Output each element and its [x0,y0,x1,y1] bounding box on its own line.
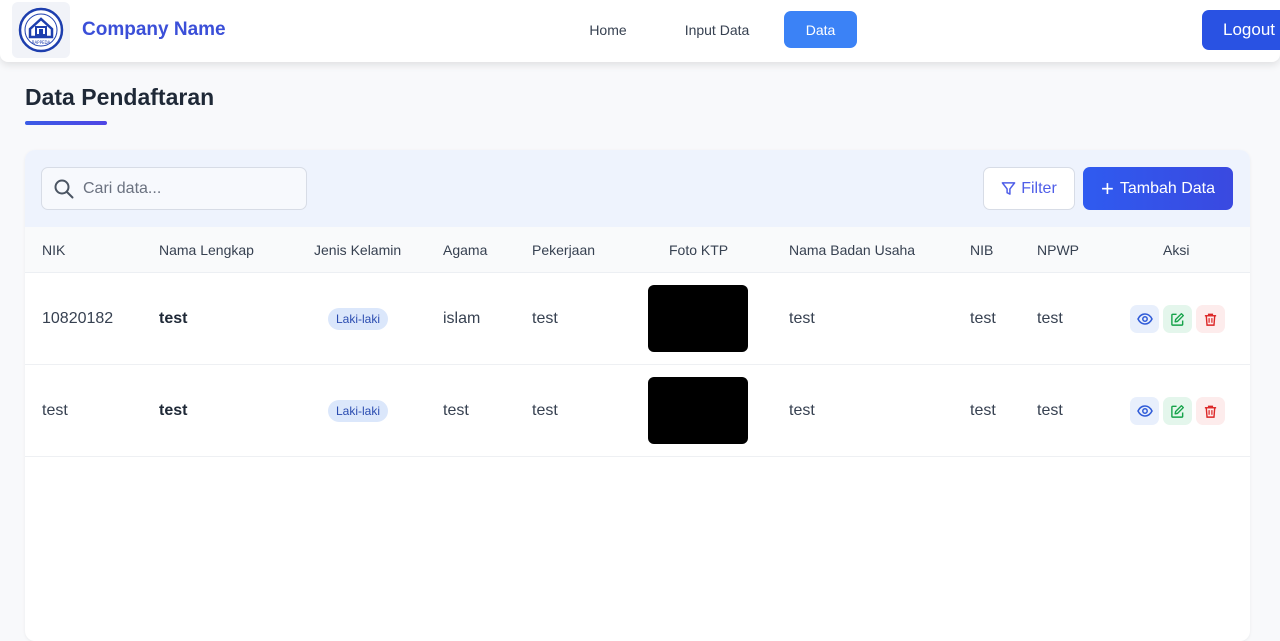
company-logo[interactable]: BAPPEDA [12,2,70,58]
cell-nama: test [159,402,188,419]
eye-icon [1136,313,1153,325]
edit-icon [1171,404,1185,418]
col-nib: NIB [970,242,994,258]
delete-button[interactable] [1196,305,1225,333]
col-npwp: NPWP [1037,242,1079,258]
edit-button[interactable] [1163,305,1192,333]
cell-npwp: test [1037,310,1063,327]
cell-pekerjaan: test [532,402,558,419]
brand-name[interactable]: Company Name [82,19,226,41]
plus-icon: + [1100,175,1114,201]
col-nama-lengkap: Nama Lengkap [159,242,254,258]
nav-data[interactable]: Data [784,11,857,48]
cell-agama: test [443,402,469,419]
add-data-label: Tambah Data [1119,179,1216,197]
filter-icon [1001,182,1016,195]
nav-input-data[interactable]: Input Data [672,11,762,48]
gender-badge: Laki-laki [328,308,389,330]
table-header: NIK Nama Lengkap Jenis Kelamin Agama Pek… [25,227,1250,273]
cell-badan-usaha: test [789,402,815,419]
view-button[interactable] [1130,305,1159,333]
cell-nik: 10820182 [42,310,114,327]
col-agama: Agama [443,242,488,258]
ktp-photo[interactable] [648,285,748,352]
page-title: Data Pendaftaran [25,84,215,110]
table-row: 10820182 test Laki-laki islam test test … [25,273,1250,365]
search-input[interactable] [83,179,283,198]
filter-button[interactable]: Filter [983,167,1075,210]
navbar: BAPPEDA Company Name Home Input Data Dat… [0,0,1280,62]
col-pekerjaan: Pekerjaan [532,242,596,258]
col-nik: NIK [42,242,66,258]
cell-nib: test [970,310,996,327]
edit-icon [1171,312,1185,326]
cell-agama: islam [443,310,481,327]
ktp-photo[interactable] [648,377,748,444]
add-data-button[interactable]: + Tambah Data [1083,167,1233,210]
table-row: test test Laki-laki test test test test … [25,365,1250,457]
title-underline [25,121,107,125]
cell-nib: test [970,402,996,419]
logo-emblem-icon: BAPPEDA [18,7,64,53]
cell-nik: test [42,402,68,419]
filter-label: Filter [1021,179,1057,197]
trash-icon [1204,313,1217,326]
edit-button[interactable] [1163,397,1192,425]
cell-jenis-kelamin: Laki-laki [328,365,389,457]
col-jenis-kelamin: Jenis Kelamin [314,242,402,258]
svg-text:BAPPEDA: BAPPEDA [32,40,51,45]
logout-button[interactable]: Logout [1202,10,1280,50]
search-icon [54,179,74,198]
col-foto-ktp: Foto KTP [669,242,729,258]
cell-badan-usaha: test [789,310,815,327]
toolbar: Filter + Tambah Data [25,150,1250,227]
delete-button[interactable] [1196,397,1225,425]
nav-home[interactable]: Home [574,11,642,48]
gender-badge: Laki-laki [328,400,389,422]
cell-pekerjaan: test [532,310,558,327]
search-box[interactable] [41,167,307,210]
data-card: Filter + Tambah Data NIK Nama Lengkap Je… [25,150,1250,641]
col-nama-badan-usaha: Nama Badan Usaha [789,242,916,258]
view-button[interactable] [1130,397,1159,425]
cell-npwp: test [1037,402,1063,419]
col-aksi: Aksi [1163,242,1190,258]
cell-nama: test [159,310,188,327]
cell-jenis-kelamin: Laki-laki [328,273,389,365]
eye-icon [1136,405,1153,417]
trash-icon [1204,405,1217,418]
